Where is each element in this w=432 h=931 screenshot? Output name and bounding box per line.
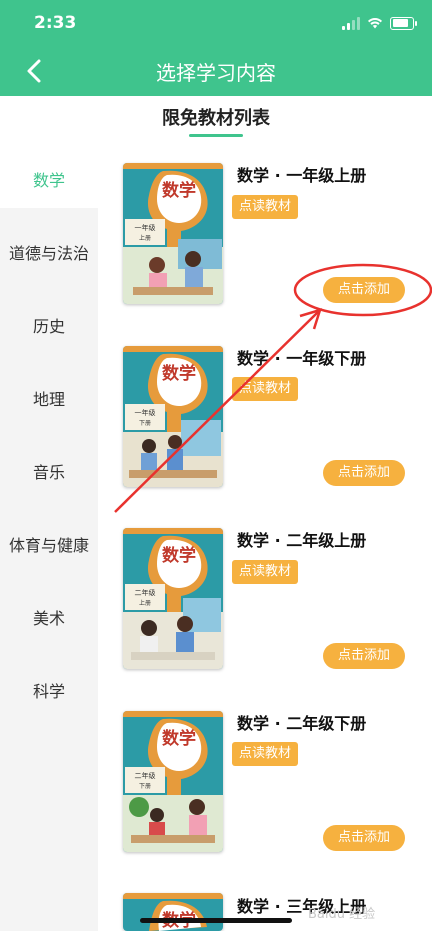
- sidebar-item-art[interactable]: 美术: [0, 588, 98, 646]
- cover-title: 数学: [162, 180, 196, 201]
- add-book-button[interactable]: 点击添加: [323, 825, 405, 851]
- sidebar-item-label: 体育与健康: [8, 536, 89, 555]
- readalong-tag: 点读教材: [232, 195, 299, 219]
- list-title-tab[interactable]: 限免教材列表: [0, 104, 432, 130]
- home-indicator: [140, 918, 292, 923]
- sidebar-item-morality-law[interactable]: 道德与法治: [0, 223, 98, 281]
- sidebar-item-label: 美术: [32, 609, 65, 628]
- readalong-tag: 点读教材: [232, 377, 299, 401]
- tab-underline: [189, 134, 243, 137]
- cover-title: 数学: [162, 728, 196, 749]
- sidebar-item-label: 科学: [32, 682, 65, 701]
- cover-grade: 二年级: [135, 588, 156, 597]
- battery-icon: [390, 16, 417, 30]
- book-cover[interactable]: 数学 一年级 下册: [123, 346, 223, 487]
- cellular-signal-icon: [342, 16, 360, 30]
- book-cover[interactable]: 数学 一年级 上册: [123, 163, 223, 304]
- page-title: 选择学习内容: [156, 61, 276, 85]
- book-title[interactable]: 数学 · 一年级下册: [237, 345, 366, 369]
- book-cover[interactable]: 数学: [123, 893, 223, 931]
- sidebar-item-science[interactable]: 科学: [0, 661, 98, 719]
- cover-volume: 下册: [139, 420, 151, 427]
- sidebar-item-label: 数学: [32, 171, 65, 190]
- cover-volume: 下册: [139, 783, 151, 790]
- book-title[interactable]: 数学 · 一年级上册: [237, 162, 366, 186]
- sidebar-item-history[interactable]: 历史: [0, 296, 98, 354]
- readalong-tag: 点读教材: [232, 742, 299, 766]
- sidebar-item-label: 地理: [32, 390, 65, 409]
- add-book-button[interactable]: 点击添加: [323, 460, 405, 486]
- cover-volume: 上册: [139, 234, 151, 242]
- cover-title: 数学: [162, 545, 196, 566]
- book-cover[interactable]: 数学 二年级 上册: [123, 528, 223, 669]
- sidebar-item-label: 道德与法治: [8, 244, 89, 263]
- book-cover[interactable]: 数学 二年级 下册: [123, 711, 223, 852]
- add-book-button[interactable]: 点击添加: [323, 277, 405, 303]
- sidebar-item-music[interactable]: 音乐: [0, 442, 98, 500]
- sidebar-item-label: 音乐: [32, 463, 65, 482]
- book-title[interactable]: 数学 · 二年级上册: [237, 527, 366, 551]
- sidebar-item-pe-health[interactable]: 体育与健康: [0, 515, 98, 573]
- cover-title: 数学: [162, 363, 196, 384]
- sidebar-item-math[interactable]: 数学: [0, 150, 98, 208]
- sidebar-item-geography[interactable]: 地理: [0, 369, 98, 427]
- book-title[interactable]: 数学 · 二年级下册: [237, 710, 366, 734]
- cover-volume: 上册: [139, 599, 151, 607]
- wifi-icon: [368, 18, 382, 29]
- book-title[interactable]: 数学 · 三年级上册: [237, 893, 366, 917]
- cover-grade: 一年级: [135, 408, 156, 417]
- status-time: 2:33: [34, 13, 77, 33]
- cover-grade: 一年级: [135, 223, 156, 232]
- add-book-button[interactable]: 点击添加: [323, 643, 405, 669]
- readalong-tag: 点读教材: [232, 560, 299, 584]
- cover-grade: 二年级: [135, 771, 156, 780]
- status-icons: [342, 15, 417, 31]
- sidebar-item-label: 历史: [32, 317, 65, 336]
